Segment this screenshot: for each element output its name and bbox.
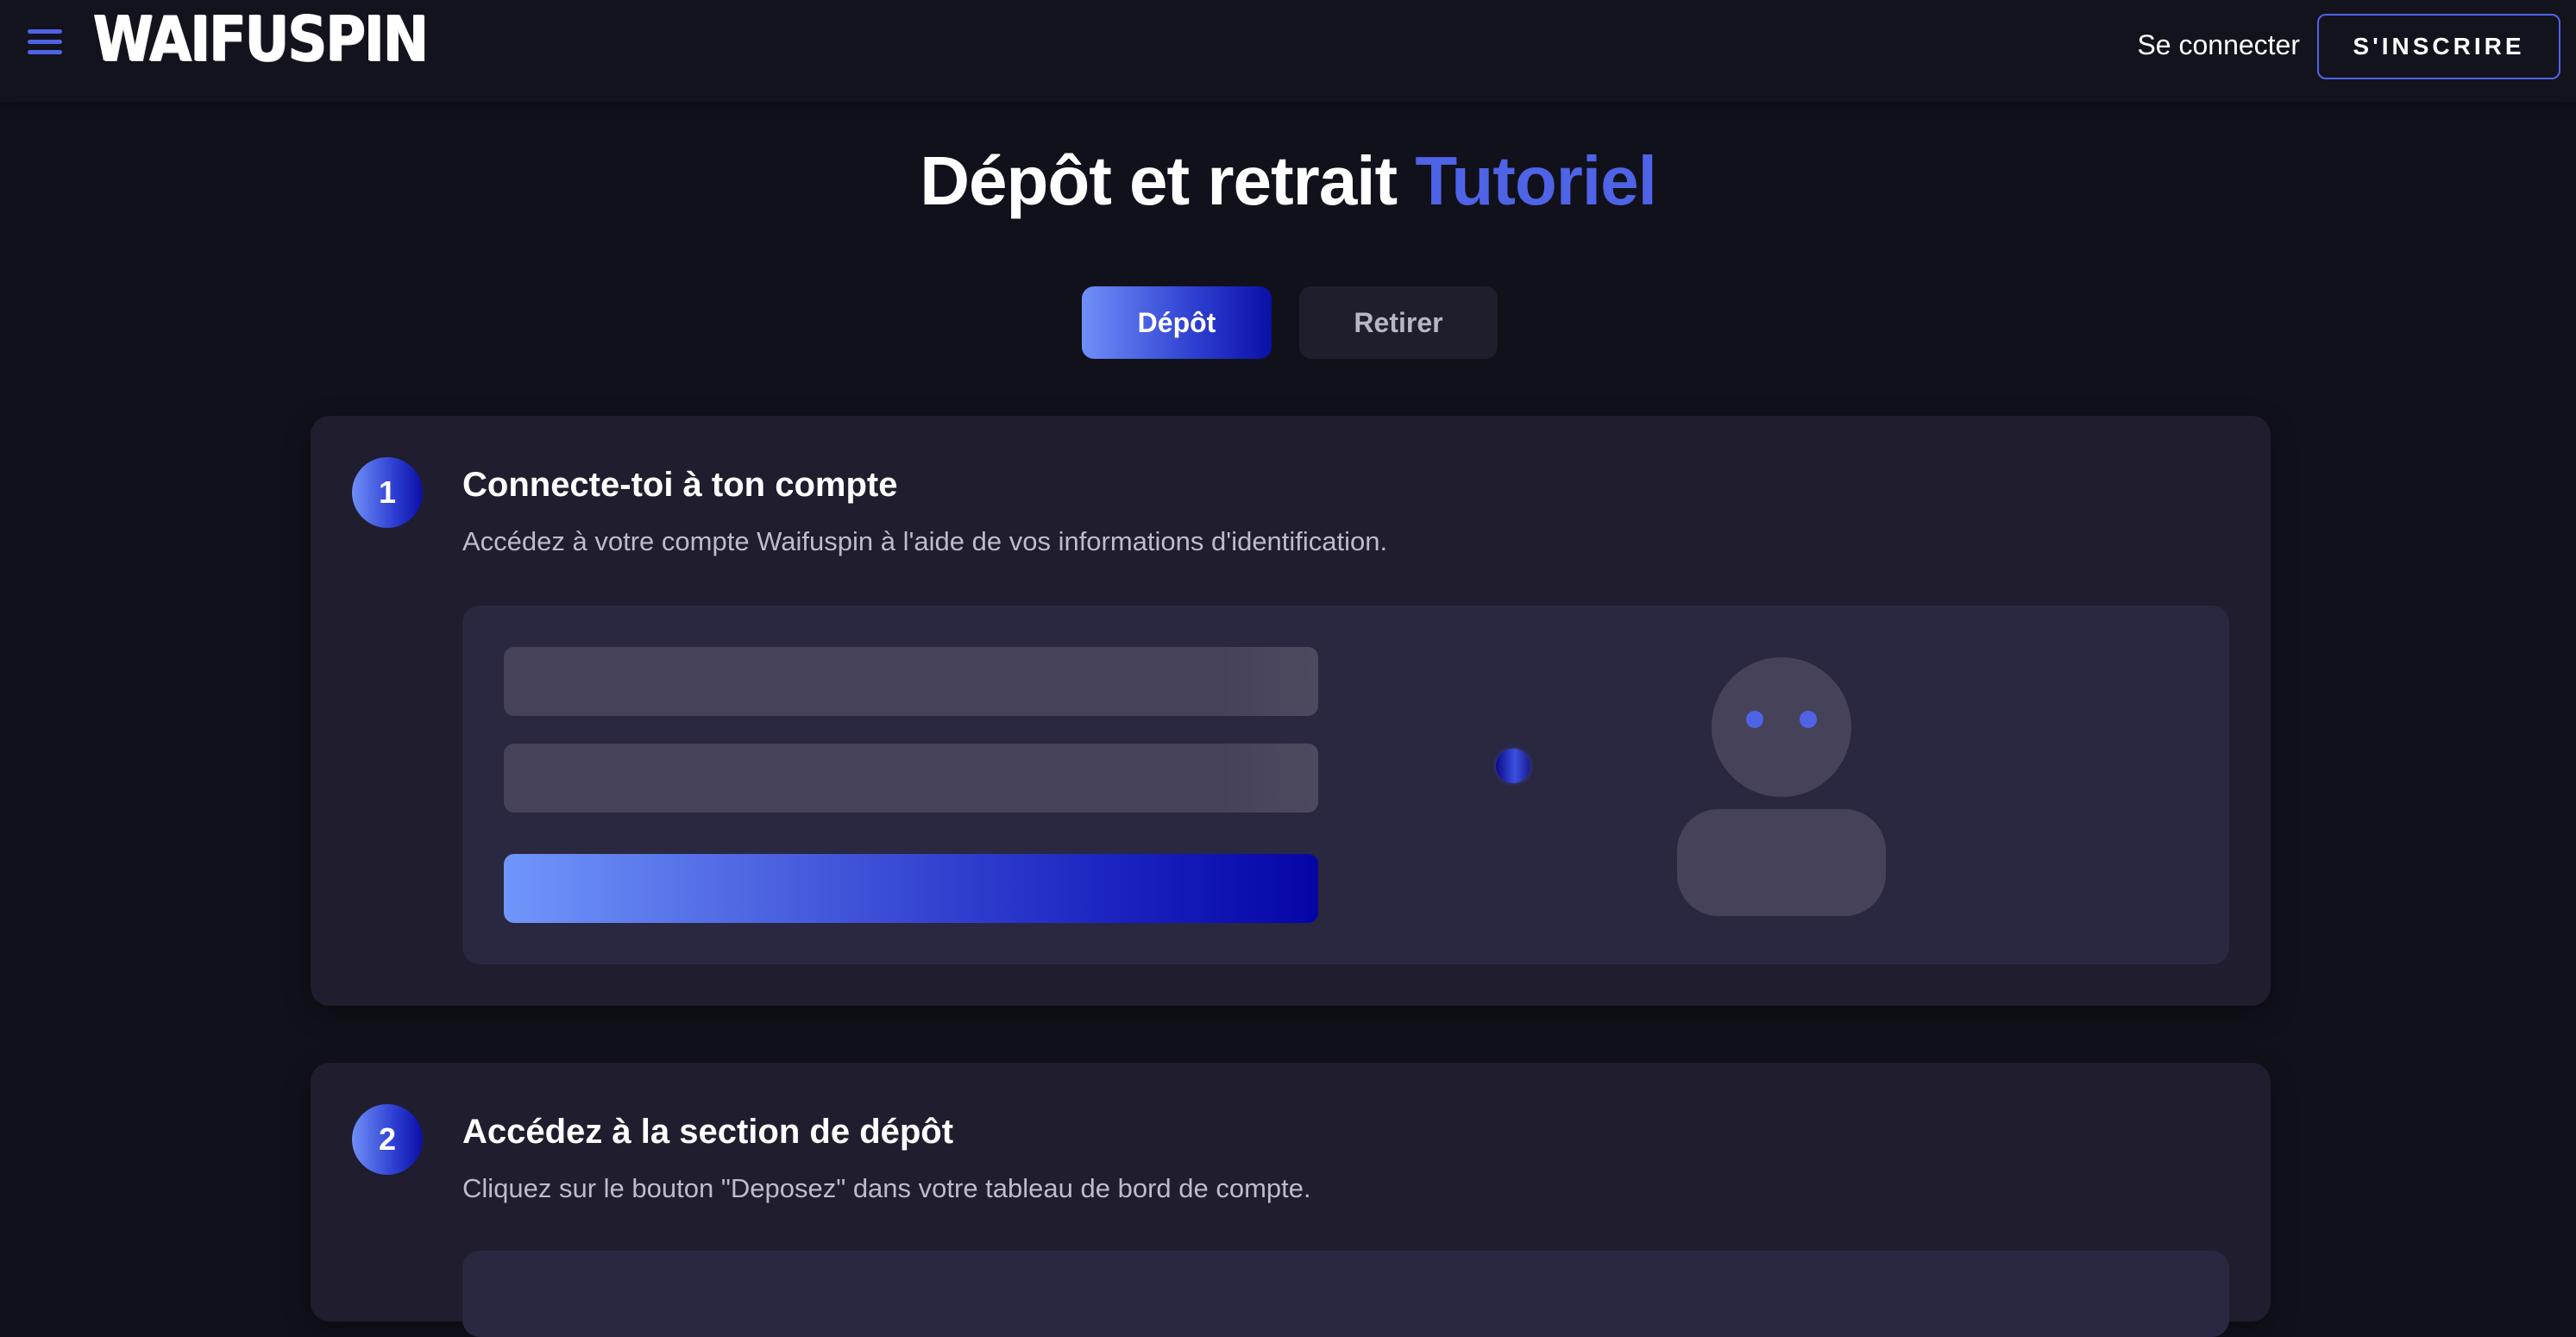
illustration-login-button <box>504 854 1318 923</box>
loading-dot-icon <box>1496 749 1530 783</box>
step-card-1: 1 Connecte-toi à ton compte Accédez à vo… <box>311 416 2271 1006</box>
step-number-badge: 2 <box>352 1104 423 1175</box>
step-title: Accédez à la section de dépôt <box>462 1113 954 1151</box>
page-title-main: Dépôt et retrait <box>920 142 1398 219</box>
user-avatar-icon <box>1712 657 1851 797</box>
avatar-eye-left <box>1746 711 1763 728</box>
tab-deposit[interactable]: Dépôt <box>1082 286 1272 359</box>
avatar-eye-right <box>1800 711 1817 728</box>
step-title: Connecte-toi à ton compte <box>462 466 898 504</box>
hamburger-menu-icon[interactable] <box>26 26 64 59</box>
step-description: Accédez à votre compte Waifuspin à l'aid… <box>462 526 1388 556</box>
signup-button[interactable]: S'INSCRIRE <box>2317 14 2560 79</box>
illustration-username-field <box>504 647 1318 716</box>
login-link[interactable]: Se connecter <box>2137 26 2300 64</box>
step-card-2: 2 Accédez à la section de dépôt Cliquez … <box>311 1063 2271 1337</box>
step-description: Cliquez sur le bouton "Deposez" dans vot… <box>462 1173 1311 1203</box>
page-title: Dépôt et retrait Tutoriel <box>0 136 2576 226</box>
login-illustration <box>462 606 2229 964</box>
illustration-password-field <box>504 744 1318 813</box>
site-logo[interactable]: WAIFUSPIN <box>93 0 429 78</box>
user-avatar-body <box>1677 809 1886 916</box>
top-navbar: WAIFUSPIN Se connecter S'INSCRIRE <box>0 0 2576 102</box>
deposit-illustration <box>462 1251 2229 1337</box>
page-title-accent: Tutoriel <box>1415 142 1656 219</box>
step-number-badge: 1 <box>352 457 423 528</box>
tab-withdraw[interactable]: Retirer <box>1299 286 1498 359</box>
